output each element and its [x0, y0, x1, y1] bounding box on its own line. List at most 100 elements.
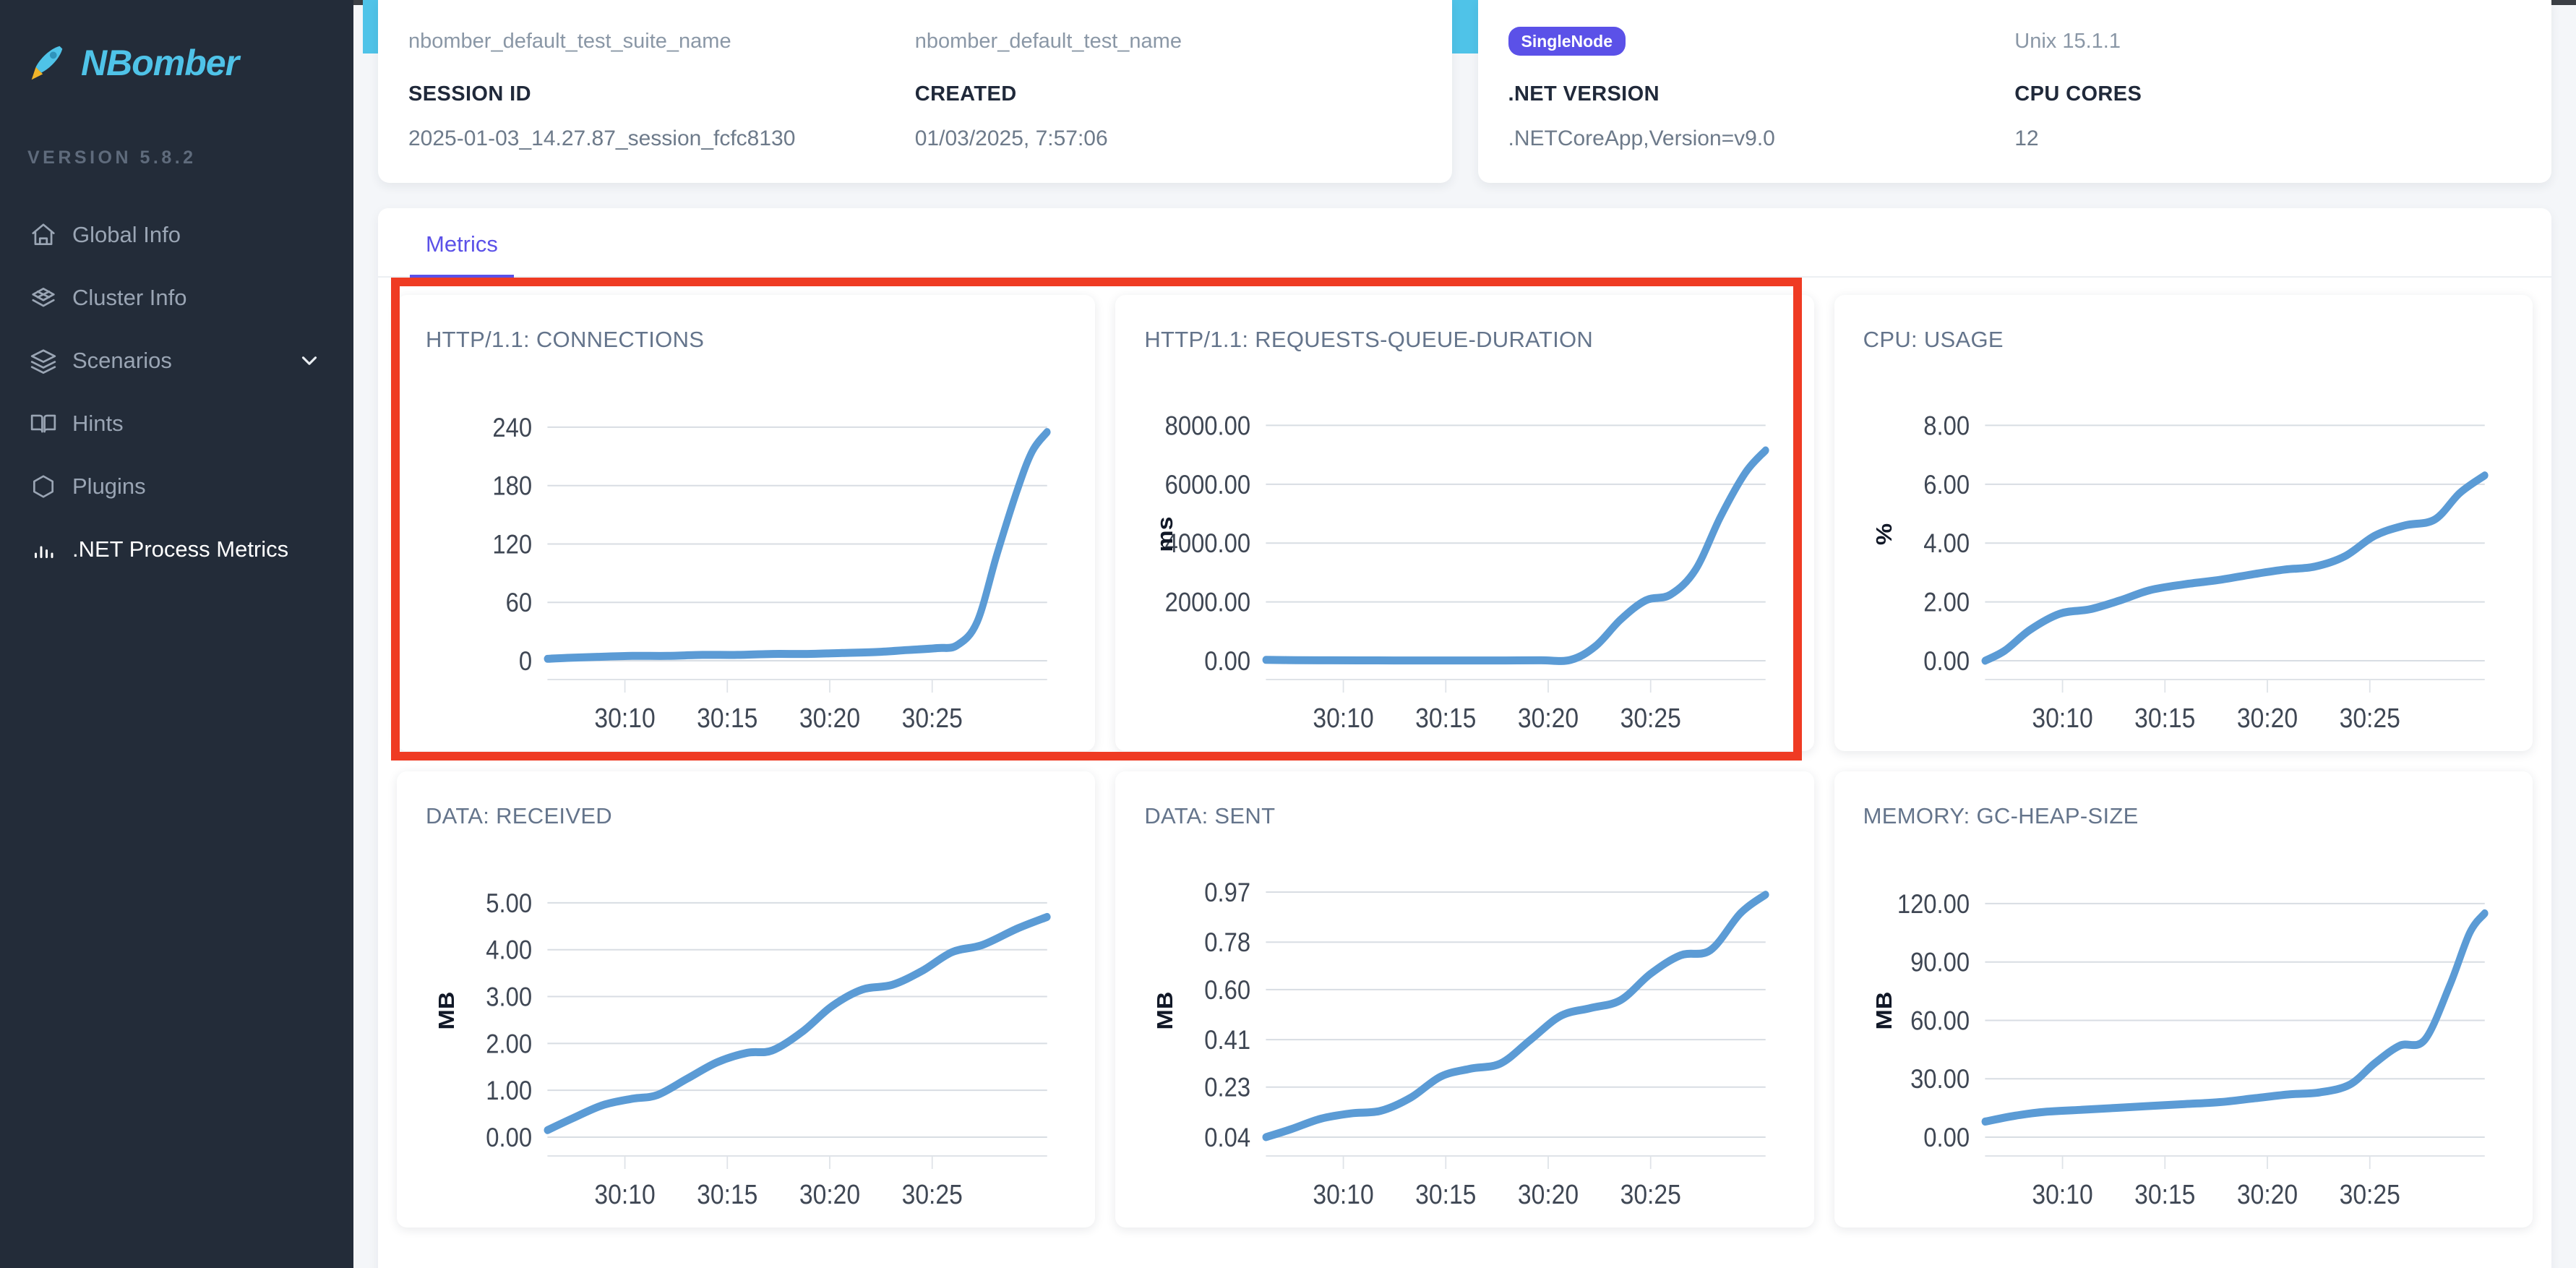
sidebar-item-plugins[interactable]: Plugins	[0, 455, 353, 518]
sidebar-item-global-info[interactable]: Global Info	[0, 203, 353, 266]
cpu-cores-label: CPU CORES	[2014, 82, 2142, 106]
x-axis-tick-label: 30:20	[2237, 703, 2298, 733]
chart-line-series	[1981, 471, 2489, 665]
chart-card: HTTP/1.1: CONNECTIONS 0 60 120 180 240 30:10 30…	[397, 295, 1096, 751]
y-axis-tick-label: 0.00	[1205, 646, 1251, 676]
brand[interactable]: NBomber	[0, 22, 353, 91]
session-id-value: 2025-01-03_14.27.87_session_fcfc8130	[408, 127, 796, 150]
test-name: nbomber_default_test_name	[914, 29, 1182, 53]
layers-icon	[27, 347, 59, 374]
x-axis-tick-label: 30:20	[1518, 1179, 1579, 1209]
network-icon	[27, 284, 59, 312]
bar-chart-icon	[27, 536, 59, 562]
x-axis-tick-label: 30:10	[2032, 1179, 2092, 1209]
chart-line-series	[1262, 446, 1769, 665]
chart-title: HTTP/1.1: CONNECTIONS	[426, 327, 705, 352]
x-axis-tick-label: 30:20	[799, 703, 860, 733]
sidebar-item-cluster-info[interactable]: Cluster Info	[0, 266, 353, 329]
chart-svg: 0.00 30.00 60.00 90.00 120.00 30:10 30:15 30:20…	[1871, 889, 2489, 1209]
chart-title: HTTP/1.1: REQUESTS-QUEUE-DURATION	[1144, 327, 1594, 352]
chart-plot-area: 0.00 1.00 2.00 3.00 4.00 5.00 30:10 30:15 30:20 3…	[426, 855, 1066, 1217]
y-axis-tick-label: 5.00	[486, 888, 532, 918]
created-label: CREATED	[914, 82, 1017, 106]
chart-svg: 0.00 2.00 4.00 6.00 8.00 30:10 30:15 30:20 30:25…	[1871, 411, 2489, 733]
x-axis-tick-label: 30:25	[2339, 703, 2400, 733]
x-axis-tick-label: 30:25	[902, 1179, 963, 1209]
main-content: nbomber_default_test_suite_name SESSION …	[353, 0, 2576, 1268]
sidebar-item-label: Global Info	[72, 221, 181, 247]
brand-name: NBomber	[81, 43, 239, 83]
version-label: VERSION 5.8.2	[27, 147, 197, 168]
status-badge: SingleNode	[1508, 26, 1626, 56]
y-axis-tick-label: 180	[492, 471, 532, 501]
y-axis-tick-label: 4.00	[486, 935, 532, 965]
sidebar-item-scenarios[interactable]: Scenarios	[0, 329, 353, 392]
chart-svg: 0.00 2000.00 4000.00 6000.00 8000.00 30:10 30:…	[1153, 411, 1769, 733]
sidebar-item-label: Plugins	[72, 473, 146, 499]
cpu-cores-value: 12	[2014, 127, 2039, 150]
x-axis-tick-label: 30:20	[2237, 1179, 2298, 1209]
y-axis-label: MB	[1871, 992, 1896, 1030]
chart-title: DATA: RECEIVED	[426, 803, 612, 828]
y-axis-tick-label: 0.00	[1923, 646, 1970, 676]
chart-svg: 0 60 120 180 240 30:10 30:15 30:20 30:25	[492, 413, 1051, 733]
y-axis-tick-label: 0.97	[1205, 878, 1251, 907]
sidebar-item-label: Hints	[72, 410, 124, 436]
y-axis-tick-label: 2000.00	[1165, 588, 1251, 617]
y-axis-label: %	[1871, 523, 1896, 545]
x-axis-tick-label: 30:15	[1415, 1179, 1476, 1209]
x-axis-tick-label: 30:10	[1313, 1179, 1374, 1209]
y-axis-label: MB	[434, 992, 459, 1030]
x-axis-tick-label: 30:10	[1313, 703, 1374, 733]
y-axis-tick-label: 8000.00	[1165, 411, 1251, 441]
rocket-icon	[25, 40, 69, 85]
y-axis-tick-label: 240	[492, 413, 532, 442]
y-axis-tick-label: 60	[506, 588, 532, 617]
y-axis-tick-label: 2.00	[486, 1029, 532, 1059]
app-root: NBomber VERSION 5.8.2 Global Info Cluste…	[0, 0, 2576, 1268]
y-axis-tick-label: 0.23	[1205, 1073, 1251, 1102]
sidebar-item-net-process-metrics[interactable]: .NET Process Metrics	[0, 518, 353, 581]
y-axis-tick-label: 90.00	[1910, 948, 1970, 977]
chevron-down-icon[interactable]	[297, 348, 322, 373]
tab-metrics[interactable]: Metrics	[410, 231, 514, 278]
y-axis-tick-label: 2.00	[1923, 588, 1970, 617]
x-axis-tick-label: 30:10	[594, 1179, 655, 1209]
session-id-label: SESSION ID	[408, 82, 531, 106]
chart-grid: HTTP/1.1: CONNECTIONS 0 60 120 180 240 30:10 30…	[378, 278, 2551, 1228]
x-axis-tick-label: 30:15	[2134, 703, 2195, 733]
chart-card: MEMORY: GC-HEAP-SIZE 0.00 30.00 60.00 90.00 1…	[1834, 771, 2533, 1228]
chart-card: DATA: SENT 0.04 0.23 0.41 0.60 0.78 0.97 30:10 3…	[1115, 771, 1814, 1228]
node-type-badge-wrap: SingleNode	[1508, 0, 2015, 61]
chart-plot-area: 0.00 30.00 60.00 90.00 120.00 30:10 30:15 30:20…	[1863, 855, 2504, 1217]
chart-plot-area: 0.04 0.23 0.41 0.60 0.78 0.97 30:10 30:15 30:20 3…	[1144, 855, 1785, 1217]
x-axis-tick-label: 30:15	[697, 1179, 757, 1209]
session-info-card: nbomber_default_test_suite_name SESSION …	[378, 0, 1452, 183]
y-axis-tick-label: 0.60	[1205, 975, 1251, 1005]
node-info-right: Unix 15.1.1 CPU CORES 12	[2014, 0, 2521, 151]
y-axis-label: ms	[1153, 516, 1177, 552]
y-axis-tick-label: 120	[492, 530, 532, 560]
created-value: 01/03/2025, 7:57:06	[914, 127, 1108, 150]
chart-card: CPU: USAGE 0.00 2.00 4.00 6.00 8.00 30:10 30:15…	[1834, 295, 2533, 751]
x-axis-tick-label: 30:25	[1620, 703, 1681, 733]
session-info-right: nbomber_default_test_name CREATED 01/03/…	[915, 0, 1422, 151]
sidebar-item-label: Cluster Info	[72, 284, 187, 310]
chart-title: MEMORY: GC-HEAP-SIZE	[1863, 803, 2139, 828]
y-axis-tick-label: 6.00	[1923, 470, 1970, 500]
chart-plot-area: 0.00 2000.00 4000.00 6000.00 8000.00 30:10 30:…	[1144, 379, 1785, 740]
y-axis-tick-label: 6000.00	[1165, 470, 1251, 500]
tab-bar: Metrics	[378, 208, 2551, 278]
sidebar-item-label: .NET Process Metrics	[72, 536, 289, 562]
book-icon	[27, 410, 59, 437]
sidebar-nav: Global Info Cluster Info Scenarios Hints…	[0, 203, 353, 581]
chart-svg: 0.04 0.23 0.41 0.60 0.78 0.97 30:10 30:15 30:20 3…	[1153, 878, 1769, 1209]
info-card-row: nbomber_default_test_suite_name SESSION …	[353, 0, 2576, 183]
os-name: Unix 15.1.1	[2014, 29, 2121, 53]
x-axis-tick-label: 30:25	[902, 703, 963, 733]
sidebar-item-hints[interactable]: Hints	[0, 392, 353, 455]
chart-line-series	[544, 428, 1051, 663]
sidebar: NBomber VERSION 5.8.2 Global Info Cluste…	[0, 0, 353, 1268]
sidebar-item-label: Scenarios	[72, 347, 172, 373]
y-axis-tick-label: 8.00	[1923, 411, 1970, 441]
